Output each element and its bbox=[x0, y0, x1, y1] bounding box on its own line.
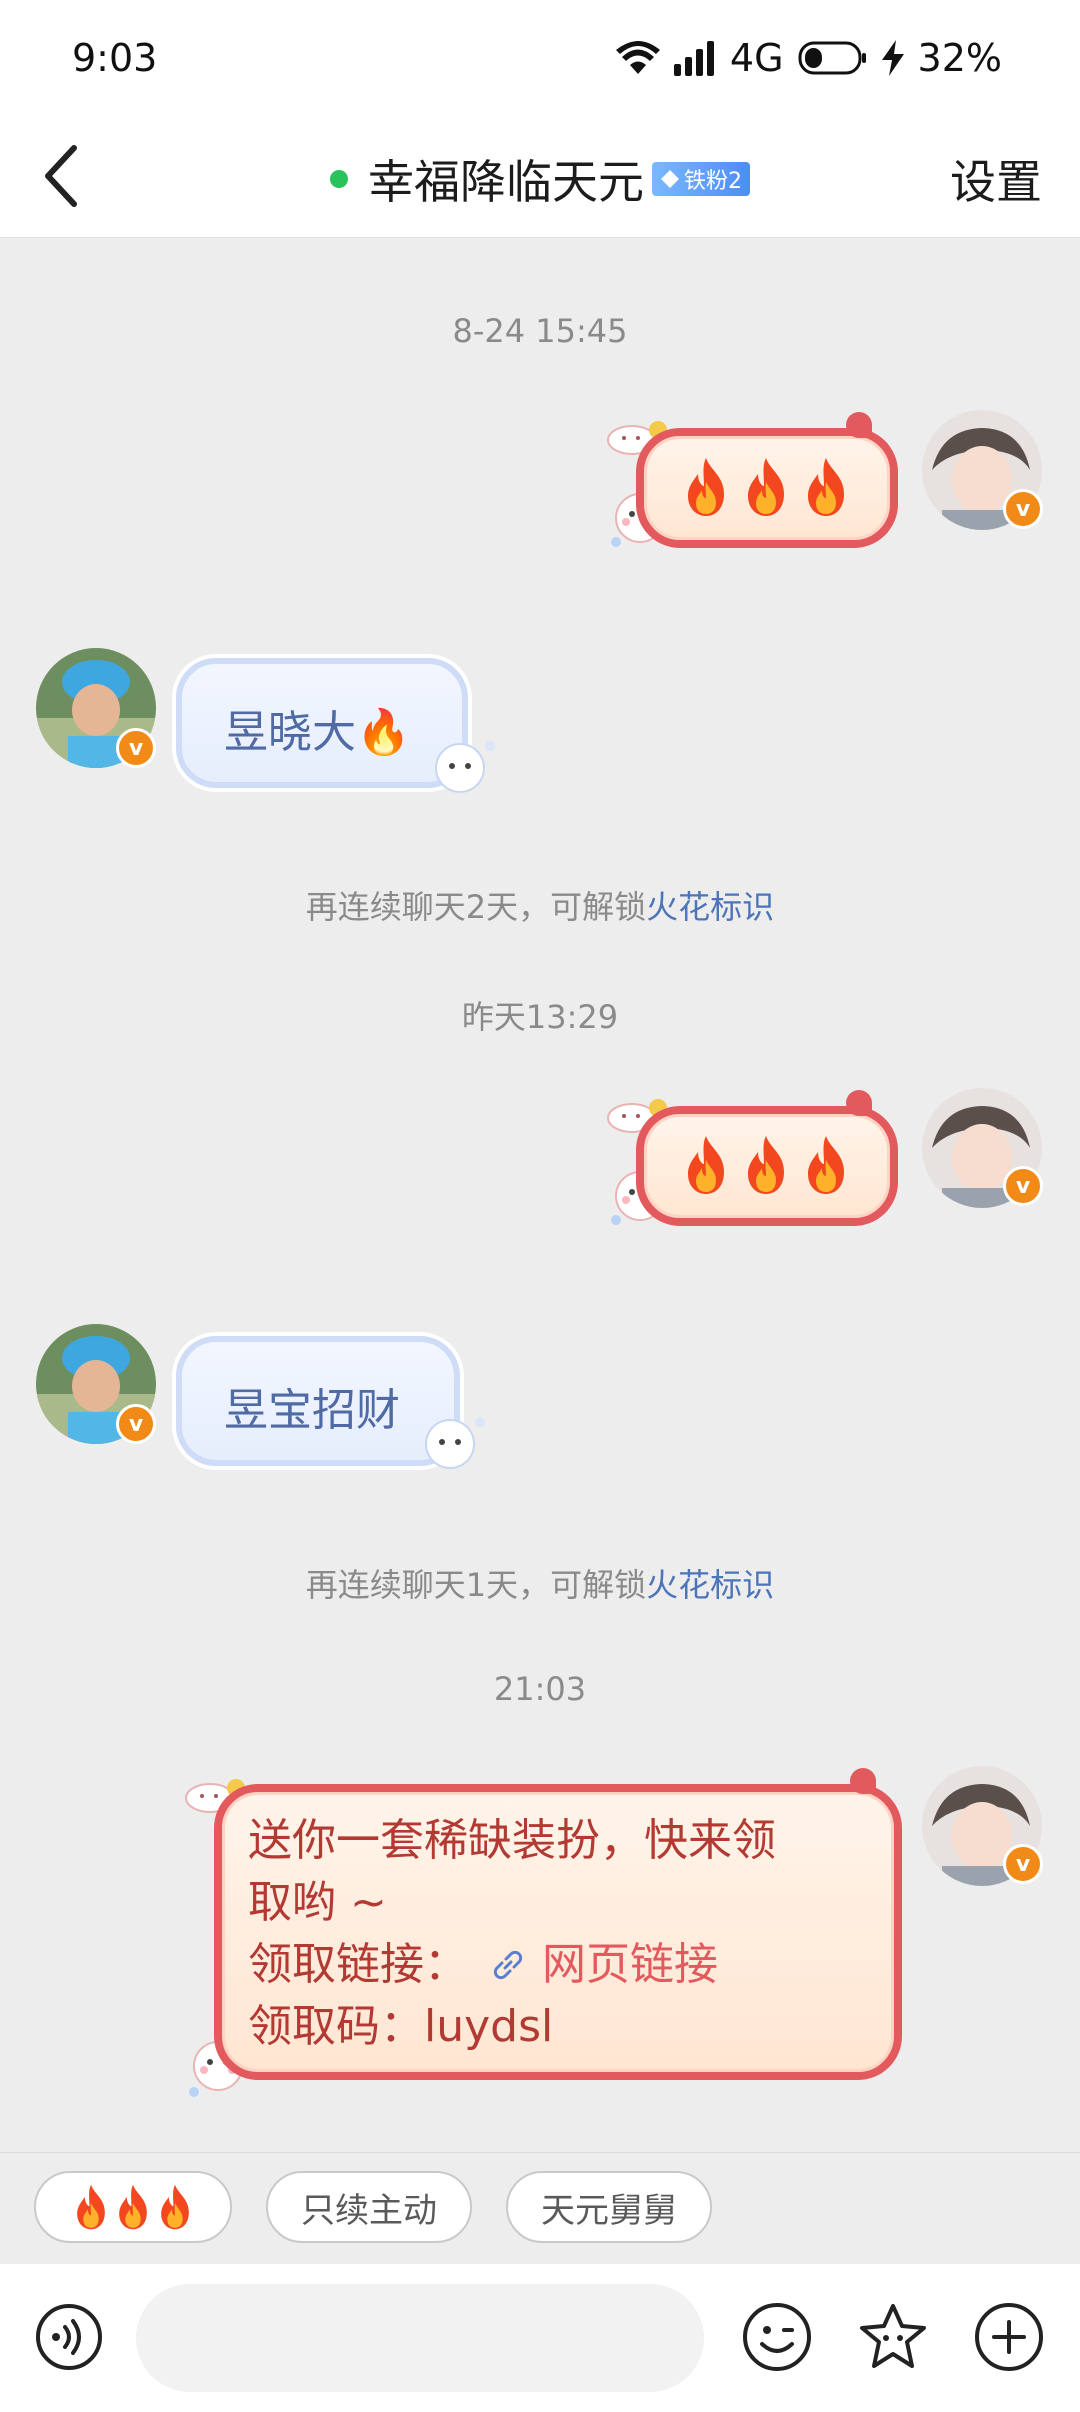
quick-reply-bar: 只续主动 天元舅舅 bbox=[0, 2152, 1080, 2264]
bubble-sticker-decoration bbox=[414, 1402, 494, 1486]
battery-icon bbox=[798, 41, 866, 75]
status-bar: 9:03 4G 32% bbox=[0, 0, 1080, 118]
fire-icon bbox=[119, 2184, 147, 2230]
wifi-icon bbox=[615, 41, 660, 74]
fire-emoji-row bbox=[680, 456, 852, 518]
timestamp: 21:03 bbox=[493, 1670, 587, 1708]
system-message: 再连续聊天2天，可解锁火花标识 bbox=[0, 882, 1080, 928]
bubble-sticker-decoration bbox=[424, 726, 504, 810]
contact-name: 幸福降临天元 bbox=[368, 155, 644, 209]
quick-reply-chip[interactable] bbox=[34, 2171, 232, 2243]
status-time: 9:03 bbox=[72, 36, 158, 80]
fan-level-text: 铁粉2 bbox=[684, 169, 742, 194]
verified-badge: v bbox=[1003, 1166, 1043, 1206]
fire-icon bbox=[808, 458, 844, 516]
quick-reply-chip[interactable]: 只续主动 bbox=[266, 2171, 472, 2243]
fire-icon bbox=[748, 458, 784, 516]
battery-level: 32% bbox=[917, 36, 1002, 80]
web-link[interactable]: 网页链接 bbox=[542, 1939, 718, 1990]
fire-icon bbox=[688, 1136, 724, 1194]
fire-icon bbox=[77, 2184, 105, 2230]
quick-reply-chip[interactable]: 天元舅舅 bbox=[506, 2171, 712, 2243]
message-text: 昱晓大🔥 bbox=[224, 707, 411, 758]
system-message-text: 再连续聊天2天，可解锁 bbox=[305, 888, 647, 926]
message-line: 领取链接： 网页链接 bbox=[248, 1934, 868, 1996]
timestamp: 8-24 15:45 bbox=[452, 312, 628, 350]
message-line: 领取码：luydsl bbox=[248, 2001, 554, 2052]
sent-message-bubble[interactable] bbox=[636, 412, 898, 548]
fire-icon bbox=[748, 1136, 784, 1194]
chat-screen: 9:03 4G 32% 幸福降临天元 铁粉2 设置 8-24 15:45 v v… bbox=[0, 0, 1080, 2412]
verified-badge: v bbox=[1003, 1844, 1043, 1884]
sent-message-bubble[interactable] bbox=[636, 1090, 898, 1226]
verified-badge: v bbox=[116, 1404, 156, 1444]
message-line: 送你一套稀缺装扮，快来领 bbox=[248, 1815, 776, 1866]
emoji-icon[interactable] bbox=[740, 2300, 814, 2374]
signal-icon bbox=[673, 41, 714, 76]
verified-badge: v bbox=[116, 728, 156, 768]
system-message-text: 再连续聊天1天，可解锁 bbox=[305, 1566, 647, 1604]
spark-badge-link[interactable]: 火花标识 bbox=[646, 1566, 774, 1604]
timestamp: 昨天13:29 bbox=[461, 998, 619, 1036]
network-type: 4G bbox=[729, 36, 784, 80]
settings-button[interactable]: 设置 bbox=[950, 146, 1042, 212]
fire-icon bbox=[808, 1136, 844, 1194]
status-indicators: 4G 32% bbox=[615, 36, 1002, 80]
link-label: 领取链接： bbox=[248, 1939, 468, 1990]
voice-icon[interactable] bbox=[34, 2302, 104, 2372]
online-status-dot bbox=[330, 170, 348, 188]
message-text: 昱宝招财 bbox=[224, 1385, 400, 1436]
diamond-icon bbox=[661, 170, 679, 188]
system-message: 再连续聊天1天，可解锁火花标识 bbox=[0, 1560, 1080, 1606]
chat-title-group[interactable]: 幸福降临天元 铁粉2 bbox=[0, 146, 1080, 212]
sent-message-bubble[interactable]: 送你一套稀缺装扮，快来领 取哟 ~ 领取链接： 网页链接 领取码：luydsl bbox=[214, 1768, 902, 2080]
message-line: 取哟 ~ bbox=[248, 1877, 387, 1928]
message-input[interactable] bbox=[136, 2284, 704, 2392]
fire-icon bbox=[161, 2184, 189, 2230]
link-icon bbox=[493, 1950, 523, 1980]
fan-level-badge: 铁粉2 bbox=[652, 162, 750, 196]
add-icon[interactable] bbox=[972, 2300, 1046, 2374]
verified-badge: v bbox=[1003, 489, 1043, 529]
charging-icon bbox=[881, 40, 904, 76]
fire-emoji-row bbox=[680, 1134, 852, 1196]
sticker-icon[interactable] bbox=[856, 2300, 930, 2374]
message-input-bar bbox=[0, 2264, 1080, 2412]
spark-badge-link[interactable]: 火花标识 bbox=[646, 888, 774, 926]
fire-icon bbox=[688, 458, 724, 516]
chat-header: 幸福降临天元 铁粉2 设置 bbox=[0, 118, 1080, 238]
